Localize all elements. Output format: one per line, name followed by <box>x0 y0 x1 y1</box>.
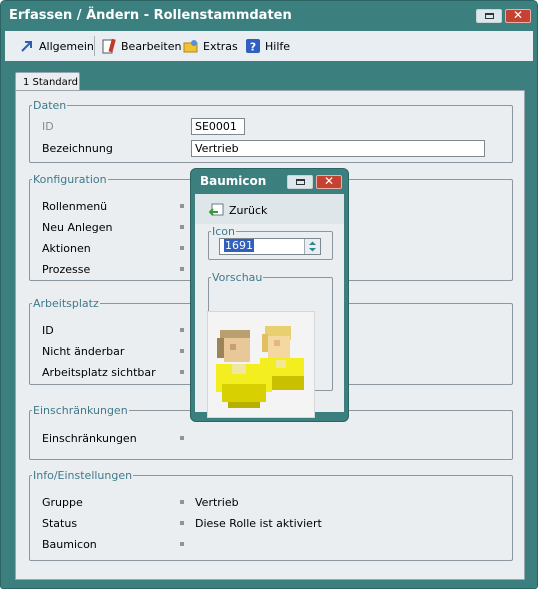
group-icon: Icon 1691 <box>208 225 333 260</box>
toolbar-hilfe[interactable]: ? Hilfe <box>245 38 290 54</box>
bullet-icon <box>180 500 184 504</box>
group-icon-legend: Icon <box>212 225 235 238</box>
toolbar-bearbeiten-label: Bearbeiten <box>121 39 182 53</box>
bullet-icon <box>180 521 184 525</box>
tab-standard-label: 1 Standard <box>23 77 79 88</box>
bullet-icon <box>180 204 184 208</box>
bullet-icon <box>180 328 184 332</box>
svg-text:?: ? <box>250 41 256 54</box>
prozesse-label: Prozesse <box>42 263 91 276</box>
toolbar-bearbeiten[interactable]: Bearbeiten <box>101 38 181 54</box>
row-einschraenkungen: Einschränkungen <box>30 432 230 446</box>
group-daten-legend: Daten <box>33 99 67 112</box>
bezeichnung-label: Bezeichnung <box>42 142 113 155</box>
arrow-icon <box>19 38 35 54</box>
stepper-arrows-icon[interactable] <box>304 239 320 254</box>
restore-icon <box>485 13 494 19</box>
row-gruppe: Gruppe Vertrieb <box>30 496 430 510</box>
edit-icon <box>101 38 117 54</box>
back-label: Zurück <box>229 203 268 217</box>
dialog-toolbar: Zurück <box>195 194 344 225</box>
group-info: Info/Einstellungen Gruppe Vertrieb Status… <box>29 469 513 561</box>
group-info-legend: Info/Einstellungen <box>33 469 133 482</box>
bezeichnung-field[interactable]: Vertrieb <box>191 140 485 157</box>
baumicon-label: Baumicon <box>42 538 97 551</box>
group-arbeitsplatz-legend: Arbeitsplatz <box>33 297 99 310</box>
bullet-icon <box>180 267 184 271</box>
gruppe-label: Gruppe <box>42 496 83 509</box>
row-baumicon: Baumicon <box>30 538 430 552</box>
id-label: ID <box>42 120 54 133</box>
toolbar-allgemein-label: Allgemein <box>39 39 94 53</box>
icon-number-stepper[interactable]: 1691 <box>219 238 321 255</box>
tab-standard[interactable]: 1 Standard <box>15 72 80 92</box>
bullet-icon <box>180 542 184 546</box>
bullet-icon <box>180 225 184 229</box>
group-daten: Daten ID SE0001 Bezeichnung Vertrieb <box>29 99 513 163</box>
group-einschraenkungen-legend: Einschränkungen <box>33 404 128 417</box>
restore-icon <box>296 179 305 185</box>
toolbar-allgemein[interactable]: Allgemein <box>19 38 94 54</box>
extras-icon <box>183 38 199 54</box>
bullet-icon <box>180 370 184 374</box>
aktionen-label: Aktionen <box>42 242 91 255</box>
toolbar-separator <box>94 36 95 56</box>
dialog-title: Baumicon <box>200 174 267 188</box>
group-konfiguration-legend: Konfiguration <box>33 173 107 186</box>
users-group-icon <box>216 326 304 408</box>
bullet-icon <box>180 246 184 250</box>
bullet-icon <box>180 349 184 353</box>
toolbar: Allgemein Bearbeiten Extras ? Hilfe <box>5 31 533 62</box>
window-title: Erfassen / Ändern - Rollenstammdaten <box>9 8 292 23</box>
status-label: Status <box>42 517 78 530</box>
icon-number-value: 1691 <box>224 239 254 252</box>
dialog-restore-button[interactable] <box>287 175 313 189</box>
row-status: Status Diese Rolle ist aktiviert <box>30 517 430 531</box>
help-icon: ? <box>245 38 261 54</box>
nicht-aenderbar-label: Nicht änderbar <box>42 345 125 358</box>
arbeitsplatz-id-label: ID <box>42 324 54 337</box>
einschraenkungen-label: Einschränkungen <box>42 432 137 445</box>
toolbar-extras-label: Extras <box>203 39 238 53</box>
dialog-close-button[interactable]: ✕ <box>316 174 342 189</box>
tab-strip: 1 Standard <box>5 61 533 92</box>
gruppe-value: Vertrieb <box>195 496 239 509</box>
arbeitsplatz-sichtbar-label: Arbeitsplatz sichtbar <box>42 366 156 379</box>
neu-anlegen-label: Neu Anlegen <box>42 221 113 234</box>
title-bar[interactable]: Erfassen / Ändern - Rollenstammdaten ✕ <box>1 1 537 31</box>
group-vorschau-legend: Vorschau <box>212 271 263 284</box>
bullet-icon <box>180 436 184 440</box>
close-icon: ✕ <box>512 8 524 22</box>
rollenmenu-label: Rollenmenü <box>42 200 108 213</box>
back-icon <box>208 202 225 218</box>
restore-button[interactable] <box>476 9 502 23</box>
id-field[interactable]: SE0001 <box>191 118 245 135</box>
icon-preview <box>207 311 315 418</box>
back-button[interactable]: Zurück <box>208 202 268 218</box>
close-button[interactable]: ✕ <box>505 8 531 23</box>
status-value: Diese Rolle ist aktiviert <box>195 517 322 530</box>
toolbar-extras[interactable]: Extras <box>183 38 238 54</box>
toolbar-hilfe-label: Hilfe <box>265 39 291 53</box>
baumicon-dialog: Baumicon ✕ Zurück Icon 1691 Vorschau <box>190 168 349 422</box>
close-icon: ✕ <box>323 174 335 188</box>
